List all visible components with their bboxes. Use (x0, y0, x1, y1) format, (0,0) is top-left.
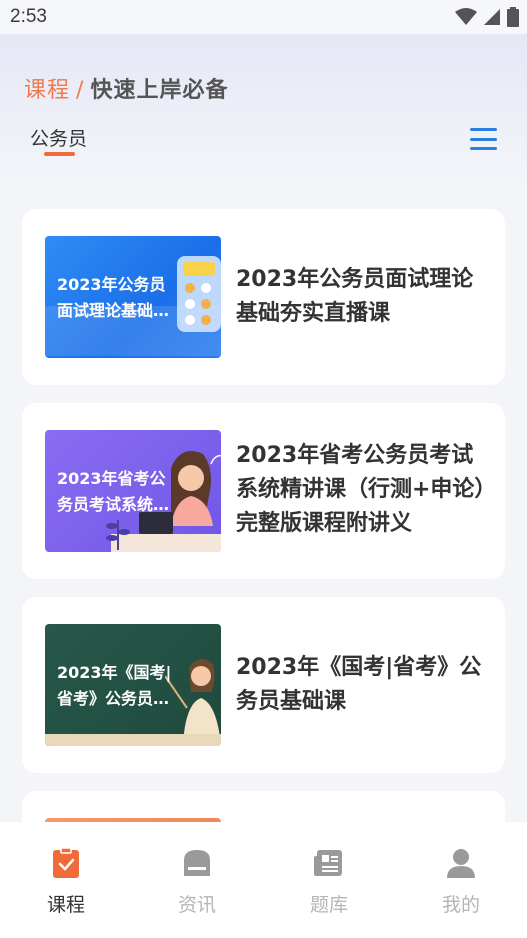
thumbnail-caption: 2023年《国考|省考》公务员基础课 (57, 663, 172, 708)
course-card[interactable]: 2023年《国考|省考》公务员基础课 2023年《国考|省考》公务员基础课 (22, 597, 505, 773)
course-thumbnail: 2023年公务员面试理论基础夯实直播课 (45, 236, 221, 358)
tab-course[interactable]: 课程 (26, 848, 106, 917)
question-bank-icon (314, 850, 342, 876)
course-title: 2023年《国考|省考》公务员基础课 (236, 655, 482, 714)
tab-profile[interactable]: 我的 (421, 848, 501, 917)
course-thumbnail: 2023年《国考|省考》公务员基础课 (45, 624, 221, 746)
thumbnail-caption: 2023年省考公务员考试系统精讲课 (57, 469, 170, 514)
tab-civil-servant[interactable]: 公务员 (30, 124, 87, 151)
tab-question-bank-label: 题库 (309, 894, 348, 916)
course-title: 2023年省考公务员考试系统精讲课（行测+申论）完整版课程附讲义 (236, 443, 486, 536)
calculator-icon (177, 256, 221, 332)
status-time: 2:53 (10, 6, 47, 27)
bottom-tab-bar: 课程 资讯 题库 我的 (0, 822, 527, 938)
course-card[interactable]: 2023年省考公务员考试系统精讲课 2023年省考公务员考试系统精讲课（行测+申… (22, 403, 505, 579)
tab-active-indicator (44, 152, 75, 156)
tab-news[interactable]: 资讯 (157, 848, 237, 917)
breadcrumb: 课程 / 快速上岸必备 (24, 72, 228, 104)
course-thumbnail: 2023年省考公务员考试系统精讲课 (45, 430, 221, 552)
breadcrumb-separator: / (76, 78, 85, 103)
battery-icon (507, 7, 519, 27)
thumbnail-caption: 2023年公务员面试理论基础夯实直播课 (57, 275, 170, 320)
header: 课程 / 快速上岸必备 公务员 (0, 34, 527, 184)
tab-profile-label: 我的 (441, 894, 480, 916)
menu-button[interactable] (470, 128, 497, 150)
wifi-icon (455, 8, 477, 25)
course-card[interactable]: 2023年公务员面试理论基础夯实直播课 2023年公务员面试理论基础夯实直播课 (22, 209, 505, 385)
breadcrumb-subtitle: 快速上岸必备 (90, 78, 229, 103)
breadcrumb-accent: 课程 (24, 78, 71, 103)
signal-icon (484, 9, 500, 25)
status-icons (455, 7, 519, 27)
course-title: 2023年公务员面试理论基础夯实直播课 (236, 267, 474, 326)
course-icon (53, 848, 79, 878)
profile-icon (447, 849, 475, 878)
status-bar: 2:53 (0, 0, 527, 34)
tab-course-label: 课程 (46, 894, 85, 916)
news-icon (184, 850, 210, 876)
menu-icon (470, 128, 497, 131)
tab-news-label: 资讯 (177, 894, 216, 916)
tab-question-bank[interactable]: 题库 (289, 848, 369, 917)
